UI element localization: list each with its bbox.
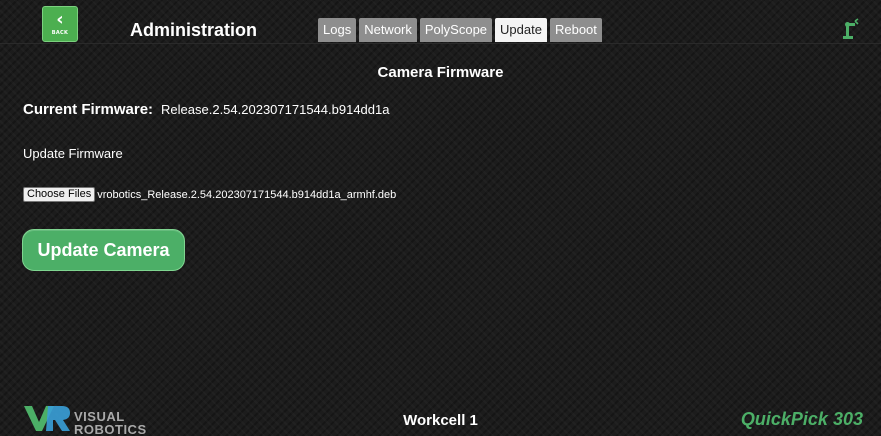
footer: VISUAL ROBOTICS Workcell 1 QuickPick 303	[0, 396, 881, 436]
tab-update[interactable]: Update	[495, 18, 547, 42]
robot-arm-icon[interactable]	[840, 18, 860, 40]
top-bar: ‹ BACK Administration Logs Network PolyS…	[0, 0, 881, 44]
current-firmware-label: Current Firmware:	[23, 101, 154, 118]
file-input: Choose Files vrobotics_Release.2.54.2023…	[23, 187, 396, 202]
product-brand: QuickPick	[740, 409, 828, 429]
back-button[interactable]: ‹ BACK	[42, 6, 78, 42]
chevron-left-icon: ‹	[56, 9, 64, 30]
update-camera-button[interactable]: Update Camera	[22, 229, 185, 271]
selected-file-name: vrobotics_Release.2.54.202307171544.b914…	[97, 188, 397, 201]
tab-polyscope[interactable]: PolyScope	[419, 18, 493, 42]
section-title: Camera Firmware	[377, 64, 504, 81]
product-number: 303	[832, 409, 863, 429]
current-firmware-row: Current Firmware: Release.2.54.202307171…	[23, 101, 389, 118]
current-firmware-value: Release.2.54.202307171544.b914dd1a	[161, 102, 390, 117]
back-label: BACK	[51, 30, 69, 36]
update-firmware-label: Update Firmware	[23, 146, 123, 161]
tab-reboot[interactable]: Reboot	[549, 18, 602, 42]
tab-bar: Logs Network PolyScope Update Reboot	[318, 18, 605, 42]
tab-network[interactable]: Network	[359, 18, 417, 42]
tab-logs[interactable]: Logs	[318, 18, 357, 42]
choose-files-button[interactable]: Choose Files	[23, 187, 96, 202]
product-name: QuickPick 303	[741, 409, 863, 430]
page-title: Administration	[130, 20, 258, 40]
